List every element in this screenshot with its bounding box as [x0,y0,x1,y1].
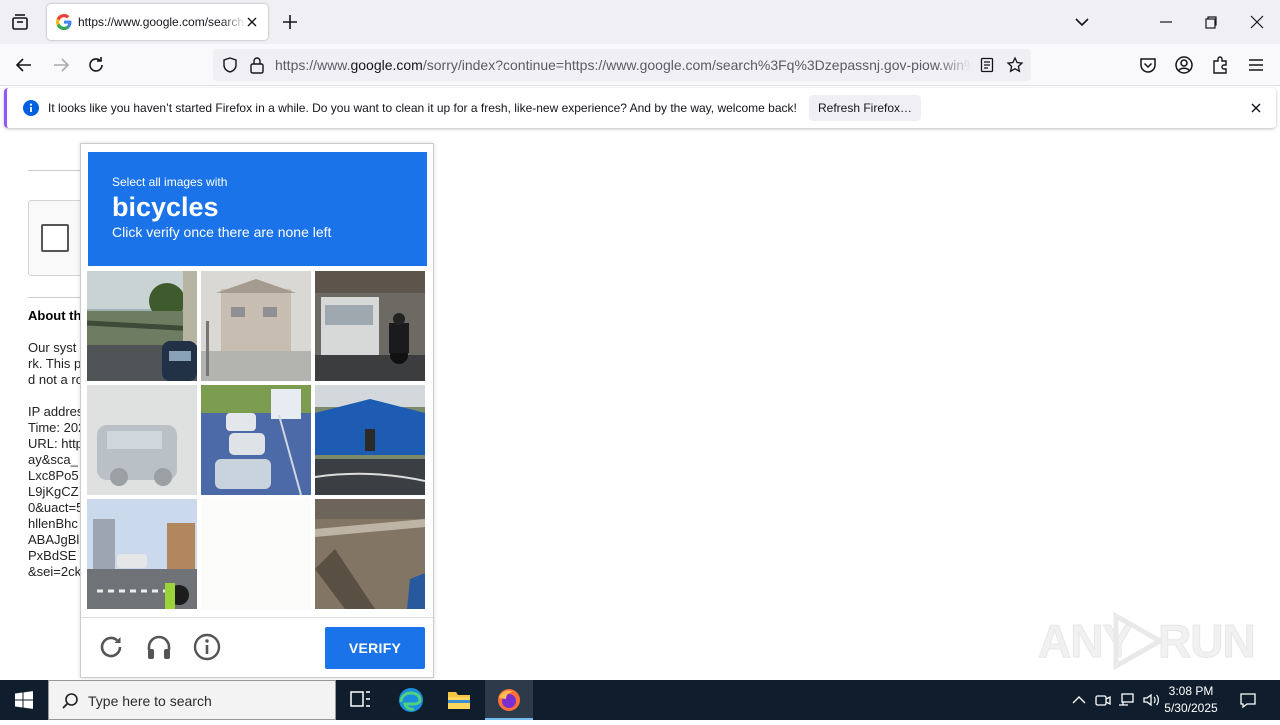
window-close-icon[interactable] [1247,12,1267,32]
firefox-icon [498,689,520,711]
clock-time: 3:08 PM [1168,684,1214,698]
help-info-icon[interactable] [192,632,222,662]
watermark-text-right: RUN [1158,615,1257,668]
recaptcha-challenge-popup: Select all images with bicycles Click ve… [80,143,434,678]
recaptcha-checkbox-widget[interactable] [28,200,88,276]
challenge-image-grid [87,271,429,613]
reload-challenge-icon[interactable] [96,632,126,662]
meet-now-icon[interactable] [1093,690,1113,710]
network-icon[interactable] [1117,690,1137,710]
detail-line: Lxc8Po5 [28,468,79,483]
windows-taskbar: Type here to search 3:08 PM 5/30/2025 [0,680,1280,720]
clock-date: 5/30/2025 [1164,701,1218,715]
notifications-icon[interactable] [1238,690,1258,710]
bookmark-star-icon[interactable] [1006,56,1024,74]
refresh-firefox-button[interactable]: Refresh Firefox… [809,95,921,121]
minimize-icon[interactable] [1156,12,1176,32]
url-bar[interactable]: https://www.google.com/sorry/index?conti… [213,49,1031,81]
tab-close-icon[interactable] [244,14,260,30]
detail-line: URL: http [28,436,83,451]
detail-line: IP addres [28,404,84,419]
refresh-firefox-notification: It looks like you haven’t started Firefo… [4,88,1276,128]
search-icon [62,693,78,709]
challenge-header: Select all images with bicycles Click ve… [88,152,427,266]
recaptcha-checkbox[interactable] [41,224,69,252]
detail-line: hllenBhc [28,516,78,531]
pocket-icon[interactable] [1137,54,1159,76]
anyrun-watermark: ANY RUN [1037,612,1256,672]
captcha-tile-9[interactable] [315,499,425,609]
paragraph-line: Our syst [28,340,77,355]
taskbar-search-box[interactable]: Type here to search [48,680,336,720]
challenge-target-word: bicycles [112,192,219,222]
notification-message: It looks like you haven’t started Firefo… [48,101,797,115]
detail-line: &sei=2ck [28,564,82,579]
extensions-icon[interactable] [1209,54,1231,76]
reload-icon[interactable] [85,54,107,76]
tab-strip: https://www.google.com/search?q=zepassnj… [0,0,1280,44]
verify-button[interactable]: VERIFY [325,627,425,669]
google-favicon-icon [56,14,72,30]
new-tab-icon[interactable] [280,12,300,32]
tracking-shield-icon[interactable] [221,56,239,74]
challenge-instruction-suffix: Click verify once there are none left [112,224,332,240]
detail-line: PxBdSE [28,548,77,563]
captcha-tile-5[interactable] [201,385,311,495]
info-icon [23,100,39,116]
detail-line: ay&sca_ [28,452,78,467]
detail-line: L9jKgCZ [28,484,79,499]
challenge-footer: VERIFY [81,617,433,677]
captcha-tile-7[interactable] [87,499,197,609]
divider [28,297,88,298]
volume-icon[interactable] [1141,690,1161,710]
captcha-tile-4[interactable] [87,385,197,495]
back-icon[interactable] [13,54,35,76]
about-paragraph: Our syst rk. This pd not a ro [28,340,83,388]
url-host: google.com [350,57,423,73]
tray-chevron-up-icon[interactable] [1069,690,1089,710]
captcha-tile-2[interactable] [201,271,311,381]
browser-tab[interactable]: https://www.google.com/search?q=zepassnj… [47,4,268,40]
captcha-tile-6[interactable] [315,385,425,495]
url-prefix: https://www. [275,57,351,73]
firefox-taskbar-button[interactable] [485,680,533,720]
paragraph-line: rk. This p [28,356,82,371]
tab-title: https://www.google.com/search?q=zepassnj… [78,15,246,29]
url-text[interactable]: https://www.google.com/sorry/index?conti… [275,57,973,73]
taskbar-clock[interactable]: 3:08 PM 5/30/2025 [1160,683,1222,717]
reader-view-icon[interactable] [979,57,995,73]
edge-icon[interactable] [387,680,435,720]
search-placeholder: Type here to search [88,693,212,709]
lock-icon[interactable] [249,56,265,74]
captcha-tile-1[interactable] [87,271,197,381]
forward-icon[interactable] [50,54,72,76]
detail-line: Time: 202 [28,420,86,435]
challenge-instruction-prefix: Select all images with [112,175,228,189]
divider [28,170,88,171]
captcha-tile-8[interactable] [201,499,311,609]
windows-start-icon[interactable] [0,680,48,720]
hamburger-menu-icon[interactable] [1245,54,1267,76]
navigation-bar: https://www.google.com/sorry/index?conti… [0,44,1280,86]
notification-close-icon[interactable] [1248,100,1264,116]
tab-list-icon[interactable] [8,10,32,34]
file-explorer-icon[interactable] [435,680,483,720]
paragraph-line: d not a ro [28,372,83,387]
detail-line: ABAJgBl [28,532,80,547]
chevron-down-icon[interactable] [1072,12,1092,32]
url-path: /sorry/index?continue=https://www.google… [422,57,973,73]
restore-icon[interactable] [1201,12,1221,32]
detail-line: 0&uact=5 [28,500,84,515]
audio-challenge-icon[interactable] [144,632,174,662]
account-icon[interactable] [1173,54,1195,76]
captcha-tile-3[interactable] [315,271,425,381]
request-details: IP addres Time: 202 URL: http ay&sca_ Lxc8Po… [28,404,85,580]
task-view-icon[interactable] [336,680,384,720]
about-heading: About th [28,308,82,323]
